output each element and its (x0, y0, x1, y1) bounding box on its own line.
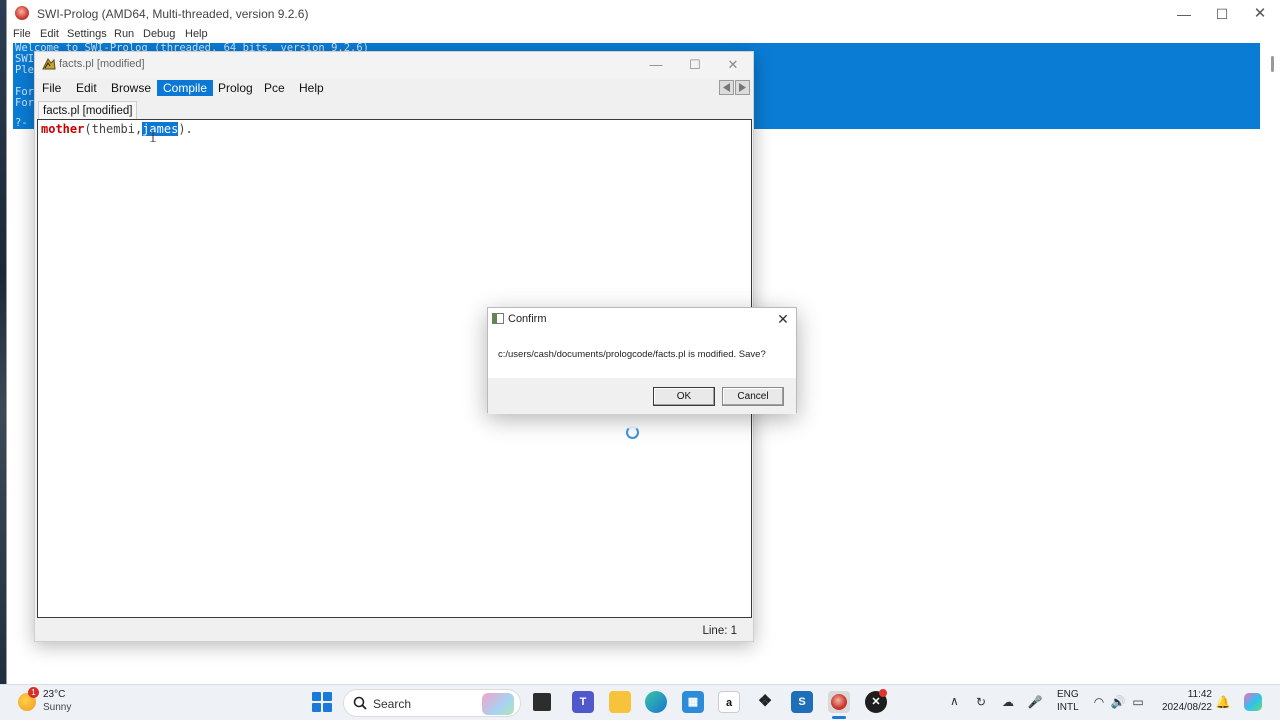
bell-icon[interactable]: 🔔 (1215, 694, 1231, 710)
weather-temperature[interactable]: 23°C (43, 689, 65, 700)
menu-help[interactable]: Help (293, 80, 330, 96)
mic-icon[interactable]: 🎤 (1027, 694, 1043, 710)
editor-statusbar: Line: 1 (35, 621, 753, 641)
editor-menubar: File Edit Browse Compile Prolog Pce Help (35, 79, 753, 97)
taskbar: 1 23°C Sunny Search T ▦ a ❖ S ✕ ∧ ↻ ☁ 🎤 … (0, 684, 1280, 720)
scrollbar-thumb[interactable] (1271, 56, 1274, 72)
main-menu-help[interactable]: Help (185, 28, 208, 40)
back-arrow-icon[interactable] (719, 80, 734, 95)
code-paren-close: ) (178, 122, 186, 136)
dialog-title: Confirm (508, 313, 547, 325)
volume-icon[interactable]: 🔊 (1110, 694, 1126, 710)
forward-arrow-icon[interactable] (735, 80, 750, 95)
navigation-arrows (719, 79, 751, 97)
main-window-title: SWI-Prolog (AMD64, Multi-threaded, versi… (37, 7, 309, 21)
code-period: . (185, 122, 193, 136)
notification-badge: 1 (28, 687, 39, 698)
console-prompt: ?- (15, 117, 28, 129)
file-explorer-icon[interactable] (609, 691, 631, 713)
console-line: For (15, 97, 34, 109)
search-highlight-icon (482, 693, 514, 715)
code-line: mother(thembi,james). (41, 122, 193, 137)
close-icon[interactable]: ✕ (1243, 4, 1277, 24)
keyboard-layout-indicator[interactable]: INTL (1057, 702, 1079, 713)
chevron-up-icon[interactable]: ∧ (950, 694, 959, 708)
wifi-icon[interactable]: ◠ (1091, 694, 1107, 710)
editor-titlebar: facts.pl [modified] — ☐ ✕ (35, 52, 753, 78)
cancel-button[interactable]: Cancel (722, 387, 784, 406)
main-menu-edit[interactable]: Edit (40, 28, 59, 40)
teams-icon[interactable]: T (572, 691, 594, 713)
dialog-window-icon (492, 313, 504, 324)
weather-description[interactable]: Sunny (43, 702, 71, 713)
code-predicate: mother (41, 122, 85, 136)
menu-file[interactable]: File (36, 80, 67, 96)
code-selected-argument: james (142, 122, 179, 136)
dialog-button-row: OK Cancel (488, 378, 796, 414)
main-menu-debug[interactable]: Debug (143, 28, 175, 40)
close-icon[interactable]: ✕ (774, 310, 792, 328)
task-view-icon[interactable] (533, 693, 551, 711)
minimize-icon[interactable]: — (1167, 4, 1201, 24)
store-icon[interactable]: ▦ (682, 691, 704, 713)
editor-app-icon (42, 58, 56, 70)
network-off-icon[interactable]: ☁ (1000, 694, 1016, 710)
maximize-icon[interactable]: ☐ (1205, 4, 1239, 24)
busy-cursor-icon (626, 426, 639, 439)
search-box[interactable]: Search (343, 689, 521, 717)
dialog-body: c:/users/cash/documents/prologcode/facts… (488, 330, 796, 414)
menu-pce[interactable]: Pce (258, 80, 291, 96)
battery-icon[interactable]: ▭ (1130, 694, 1146, 710)
search-icon (353, 696, 367, 710)
tab-facts-pl[interactable]: facts.pl [modified] (38, 101, 138, 120)
minimize-icon[interactable]: — (641, 56, 671, 74)
menu-browse[interactable]: Browse (105, 80, 157, 96)
main-titlebar: SWI-Prolog (AMD64, Multi-threaded, versi… (7, 0, 1280, 28)
swi-prolog-taskbar-icon[interactable] (828, 691, 850, 713)
menu-compile[interactable]: Compile (157, 80, 214, 96)
dialog-message: c:/users/cash/documents/prologcode/facts… (498, 349, 766, 360)
line-indicator: Line: 1 (702, 625, 737, 637)
search-label: Search (373, 697, 412, 711)
s-app-icon[interactable]: S (791, 691, 813, 713)
app-alert-badge (879, 689, 887, 697)
start-icon[interactable] (312, 692, 332, 712)
code-argument: thembi (91, 122, 135, 136)
editor-window-title: facts.pl [modified] (59, 58, 145, 70)
language-indicator[interactable]: ENG (1057, 689, 1079, 700)
main-menu-run[interactable]: Run (114, 28, 134, 40)
menu-edit[interactable]: Edit (70, 80, 103, 96)
amazon-icon[interactable]: a (718, 691, 740, 713)
code-paren-open: ( (84, 122, 92, 136)
dropbox-icon[interactable]: ❖ (754, 691, 776, 713)
dialog-titlebar: Confirm ✕ (488, 308, 796, 330)
edge-icon[interactable] (645, 691, 667, 713)
main-menu-settings[interactable]: Settings (67, 28, 107, 40)
main-menubar: File Edit Settings Run Debug Help (7, 28, 1280, 42)
close-icon[interactable]: ✕ (718, 56, 748, 74)
ok-button[interactable]: OK (653, 387, 715, 406)
menu-prolog[interactable]: Prolog (212, 80, 259, 96)
copilot-icon[interactable] (1244, 693, 1262, 711)
sync-icon[interactable]: ↻ (973, 694, 989, 710)
maximize-icon[interactable]: ☐ (680, 56, 710, 74)
clock-date[interactable]: 2024/08/22 (1158, 702, 1212, 713)
swi-prolog-icon (15, 6, 29, 20)
text-cursor-icon (150, 132, 156, 142)
active-app-indicator (832, 716, 846, 719)
main-menu-file[interactable]: File (13, 28, 31, 40)
clock-time[interactable]: 11:42 (1160, 689, 1212, 700)
confirm-dialog: Confirm ✕ c:/users/cash/documents/prolog… (487, 307, 797, 414)
console-line: Ple (15, 64, 34, 76)
